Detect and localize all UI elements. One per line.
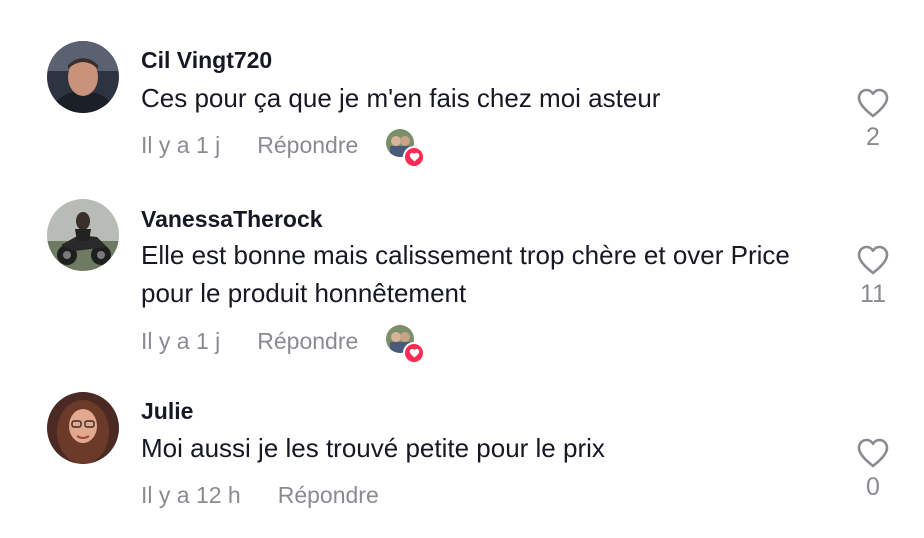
comment-meta: Il y a 12 h Répondre [141, 480, 407, 510]
like-count: 0 [866, 473, 880, 501]
like-column: 0 [845, 437, 901, 502]
heart-outline-icon[interactable] [856, 437, 890, 469]
comment-username[interactable]: Julie [141, 398, 193, 425]
reply-button[interactable]: Répondre [278, 482, 379, 509]
comment-item: Julie Moi aussi je les trouvé petite pou… [0, 0, 924, 538]
avatar[interactable] [47, 392, 119, 464]
comment-text: Moi aussi je les trouvé petite pour le p… [141, 433, 605, 463]
comment-timestamp: Il y a 12 h [141, 481, 241, 508]
